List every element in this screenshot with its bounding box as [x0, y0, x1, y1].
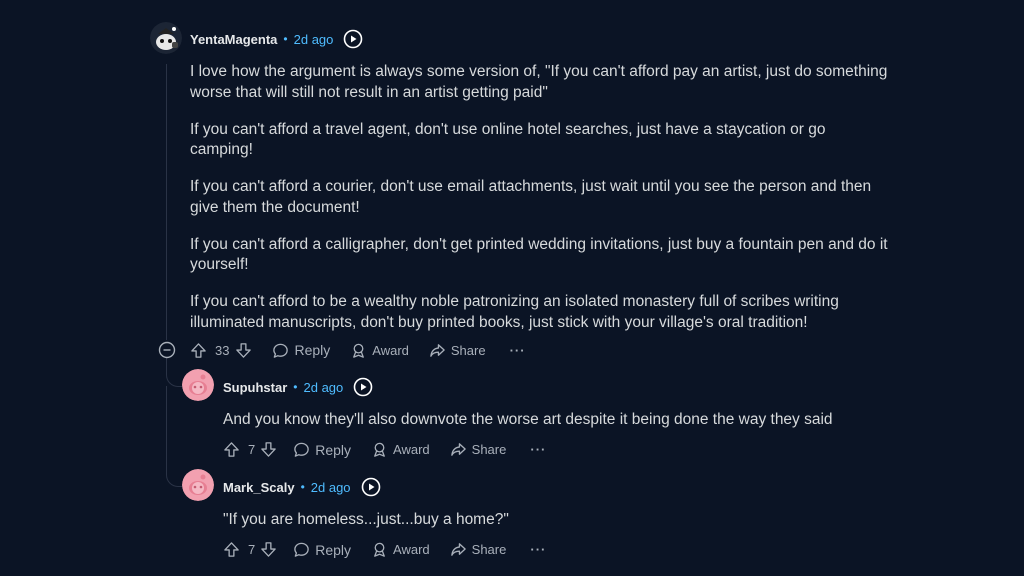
award-icon	[374, 442, 385, 457]
share-label: Share	[450, 342, 486, 358]
separator-dot: •	[293, 380, 298, 394]
share-button[interactable]: Share	[450, 541, 507, 558]
avatar[interactable]	[182, 469, 214, 501]
play-icon[interactable]	[343, 29, 363, 49]
downvote-icon[interactable]	[235, 342, 252, 359]
play-icon[interactable]	[353, 377, 373, 397]
comment-paragraph: If you can't afford a travel agent, don'…	[190, 120, 826, 159]
downvote-icon[interactable]	[260, 541, 277, 558]
comment-body: And you know they'll also downvote the w…	[223, 411, 833, 428]
award-label: Award	[393, 542, 430, 557]
thread-branch	[166, 358, 183, 387]
comment-body: "If you are homeless...just...buy a home…	[223, 511, 509, 528]
comment-paragraph: I love how the argument is always some v…	[190, 63, 888, 101]
reply-label: Reply	[315, 441, 352, 458]
avatar[interactable]	[150, 22, 182, 54]
comment-bubble-icon	[294, 542, 310, 557]
comment-paragraph: If you can't afford a courier, don't use…	[190, 178, 872, 216]
timestamp[interactable]: 2d ago	[304, 380, 344, 395]
award-icon	[353, 343, 365, 358]
upvote-icon[interactable]	[190, 342, 207, 359]
avatar[interactable]	[182, 369, 214, 401]
reply-label: Reply	[315, 541, 352, 558]
share-icon	[430, 343, 445, 357]
play-icon[interactable]	[361, 477, 381, 497]
more-options-button[interactable]: ···	[530, 542, 546, 557]
reply-button[interactable]: Reply	[293, 441, 351, 458]
share-label: Share	[471, 442, 507, 457]
username[interactable]: Supuhstar	[223, 380, 287, 395]
comment-bubble-icon	[294, 442, 310, 457]
snoo-avatar-icon	[150, 22, 182, 54]
more-options-button[interactable]: ···	[510, 343, 526, 358]
upvote-icon[interactable]	[223, 441, 240, 458]
award-label: Award	[393, 442, 430, 457]
reply-button[interactable]: Reply	[293, 541, 351, 558]
thread-branch	[166, 386, 183, 487]
award-button[interactable]: Award	[350, 342, 409, 359]
more-options-button[interactable]: ···	[530, 442, 546, 457]
share-icon	[450, 443, 466, 456]
upvote-icon[interactable]	[223, 541, 240, 558]
comment-body: I love how the argument is always some v…	[190, 62, 890, 350]
snoo-avatar-icon	[182, 369, 214, 401]
comment-paragraph: If you can't afford to be a wealthy nobl…	[190, 293, 839, 331]
award-button[interactable]: Award	[371, 441, 430, 458]
timestamp[interactable]: 2d ago	[294, 32, 334, 47]
username[interactable]: YentaMagenta	[190, 32, 277, 47]
comment-bubble-icon	[273, 343, 289, 358]
award-icon	[374, 542, 385, 557]
share-button[interactable]: Share	[450, 441, 507, 458]
reply-label: Reply	[294, 342, 331, 358]
share-button[interactable]: Share	[429, 342, 486, 359]
downvote-icon[interactable]	[260, 441, 277, 458]
comment-paragraph: If you can't afford a calligrapher, don'…	[190, 235, 888, 274]
vote-count: 7	[248, 542, 256, 557]
award-label: Award	[372, 342, 409, 358]
vote-count: 33	[215, 342, 230, 358]
thread-line	[166, 64, 167, 340]
reply-button[interactable]: Reply	[272, 342, 330, 359]
timestamp[interactable]: 2d ago	[311, 480, 351, 495]
award-button[interactable]: Award	[371, 541, 430, 558]
separator-dot: •	[300, 480, 305, 494]
vote-count: 7	[248, 442, 256, 457]
snoo-avatar-icon	[182, 469, 214, 501]
username[interactable]: Mark_Scaly	[223, 480, 295, 495]
separator-dot: •	[283, 32, 288, 46]
share-label: Share	[471, 542, 507, 557]
share-icon	[450, 543, 466, 556]
collapse-icon[interactable]	[158, 341, 176, 359]
